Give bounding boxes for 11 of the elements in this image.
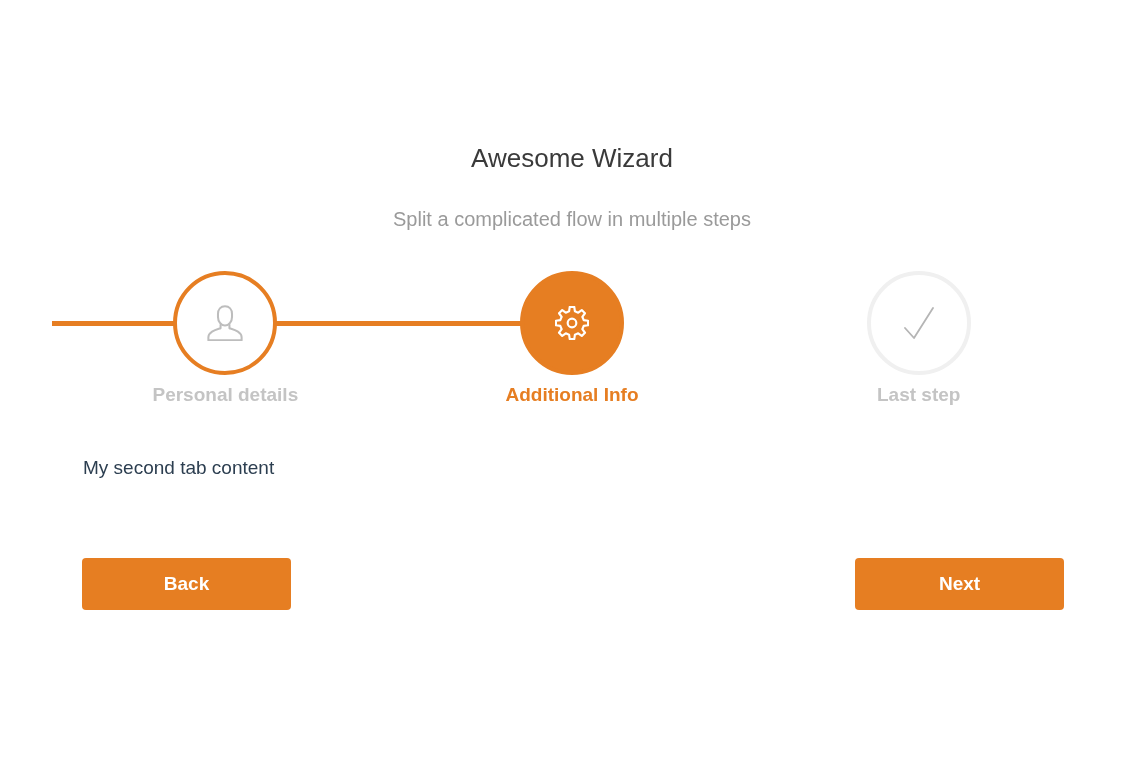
wizard-title: Awesome Wizard — [471, 142, 673, 175]
step-label: Personal details — [152, 383, 299, 407]
next-button[interactable]: Next — [855, 558, 1064, 610]
step-label: Last step — [876, 383, 961, 407]
wizard-subtitle: Split a complicated flow in multiple steps — [393, 207, 751, 231]
checkmark-icon — [903, 306, 934, 340]
tab-content-text: My second tab content — [83, 456, 275, 480]
person-icon — [207, 305, 244, 341]
gear-icon — [555, 306, 589, 340]
back-button[interactable]: Back — [82, 558, 291, 610]
step-label: Additional Info — [505, 383, 639, 407]
